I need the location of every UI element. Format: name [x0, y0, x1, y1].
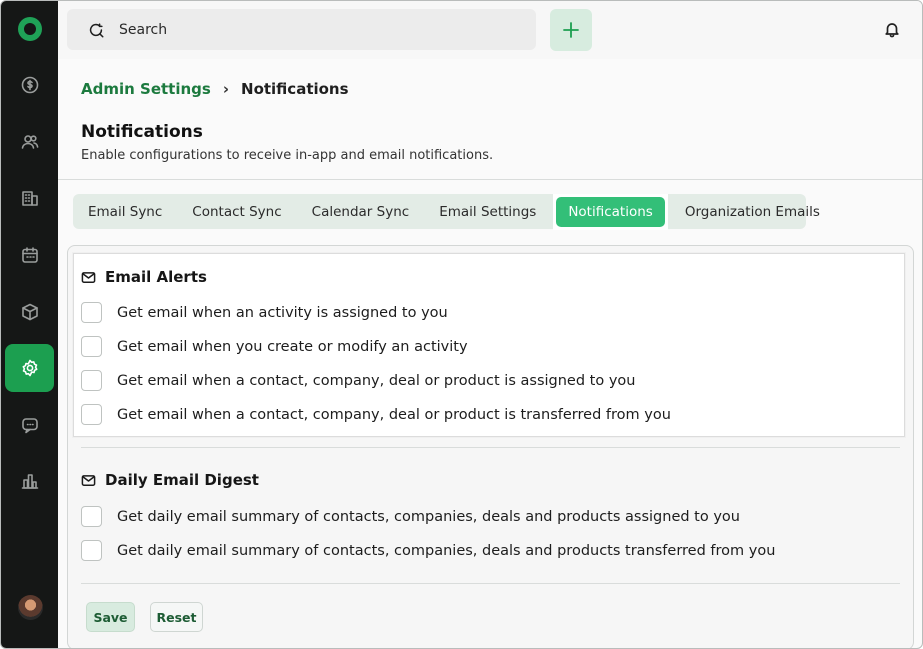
sidebar-item-products[interactable] — [5, 288, 54, 336]
avatar[interactable] — [18, 595, 43, 620]
divider — [58, 179, 922, 180]
sidebar-item-reports[interactable] — [5, 457, 54, 505]
email-alerts-title: Email Alerts — [105, 268, 207, 286]
calendar-icon — [21, 247, 38, 263]
plus-icon — [563, 22, 579, 38]
app-window: Search Admin Settings › Notifications No… — [0, 0, 923, 649]
sidebar-item-calendar[interactable] — [5, 231, 54, 279]
breadcrumb-admin-settings[interactable]: Admin Settings — [81, 80, 211, 98]
chat-icon — [21, 418, 38, 434]
sidebar-item-contacts[interactable] — [5, 118, 54, 166]
list-item: Get email when a contact, company, deal … — [81, 370, 635, 391]
dollar-transfer-icon — [21, 76, 38, 94]
breadcrumb-current: Notifications — [241, 80, 349, 98]
list-item: Get email when a contact, company, deal … — [81, 404, 671, 425]
checkbox-label: Get daily email summary of contacts, com… — [117, 542, 776, 559]
settings-icon — [22, 359, 37, 377]
checkbox-label: Get email when a contact, company, deal … — [117, 372, 636, 389]
breadcrumb: Admin Settings › Notifications — [81, 80, 349, 98]
checkbox-digest-assigned[interactable] — [81, 506, 102, 527]
sidebar-item-deals[interactable] — [5, 61, 54, 109]
tab-email-settings[interactable]: Email Settings — [424, 194, 551, 229]
settings-tabs: Email Sync Contact Sync Calendar Sync Em… — [73, 193, 820, 230]
page-subtitle: Enable configurations to receive in-app … — [81, 148, 494, 163]
list-item: Get email when an activity is assigned t… — [81, 302, 448, 323]
checkbox-label: Get email when you create or modify an a… — [117, 338, 468, 355]
checkbox-activity-modified[interactable] — [81, 336, 102, 357]
list-item: Get daily email summary of contacts, com… — [81, 540, 775, 561]
checkbox-digest-transferred[interactable] — [81, 540, 102, 561]
chevron-right-icon: › — [222, 80, 230, 98]
list-item: Get daily email summary of contacts, com… — [81, 506, 740, 527]
divider — [81, 447, 900, 448]
mail-icon — [81, 271, 96, 283]
checkbox-label: Get email when a contact, company, deal … — [117, 406, 671, 423]
tab-calendar-sync[interactable]: Calendar Sync — [297, 194, 425, 229]
search-input[interactable]: Search — [67, 9, 536, 50]
tab-notifications[interactable]: Notifications — [553, 193, 668, 230]
tab-organization-emails[interactable]: Organization Emails — [670, 194, 835, 229]
add-button[interactable] — [550, 9, 592, 51]
top-bar: Search — [58, 1, 922, 59]
contacts-icon — [21, 135, 38, 149]
sidebar-item-companies[interactable] — [5, 174, 54, 222]
sidebar-item-messages[interactable] — [5, 401, 54, 449]
list-item: Get email when you create or modify an a… — [81, 336, 468, 357]
notifications-bell-button[interactable] — [883, 20, 901, 38]
checkbox-label: Get email when an activity is assigned t… — [117, 304, 448, 321]
checkbox-label: Get daily email summary of contacts, com… — [117, 508, 740, 525]
save-button[interactable]: Save — [86, 602, 135, 632]
search-icon — [89, 22, 104, 38]
page-title: Notifications — [81, 122, 203, 142]
email-alerts-heading: Email Alerts — [81, 268, 207, 286]
tab-email-sync[interactable]: Email Sync — [73, 194, 177, 229]
mail-icon — [81, 474, 96, 486]
bell-icon — [885, 23, 899, 38]
tab-contact-sync[interactable]: Contact Sync — [177, 194, 296, 229]
search-placeholder: Search — [119, 21, 168, 38]
sidebar — [1, 1, 58, 648]
daily-digest-heading: Daily Email Digest — [81, 471, 259, 489]
checkbox-activity-assigned[interactable] — [81, 302, 102, 323]
daily-digest-title: Daily Email Digest — [105, 471, 259, 489]
divider — [81, 583, 900, 584]
company-icon — [21, 191, 38, 206]
reset-button[interactable]: Reset — [150, 602, 203, 632]
checkbox-record-assigned[interactable] — [81, 370, 102, 391]
tab-notifications-label: Notifications — [556, 196, 665, 227]
product-box-icon — [21, 303, 38, 321]
sidebar-item-settings[interactable] — [5, 344, 54, 392]
app-logo-icon[interactable] — [18, 17, 42, 41]
checkbox-record-transferred[interactable] — [81, 404, 102, 425]
reports-icon — [21, 474, 38, 489]
